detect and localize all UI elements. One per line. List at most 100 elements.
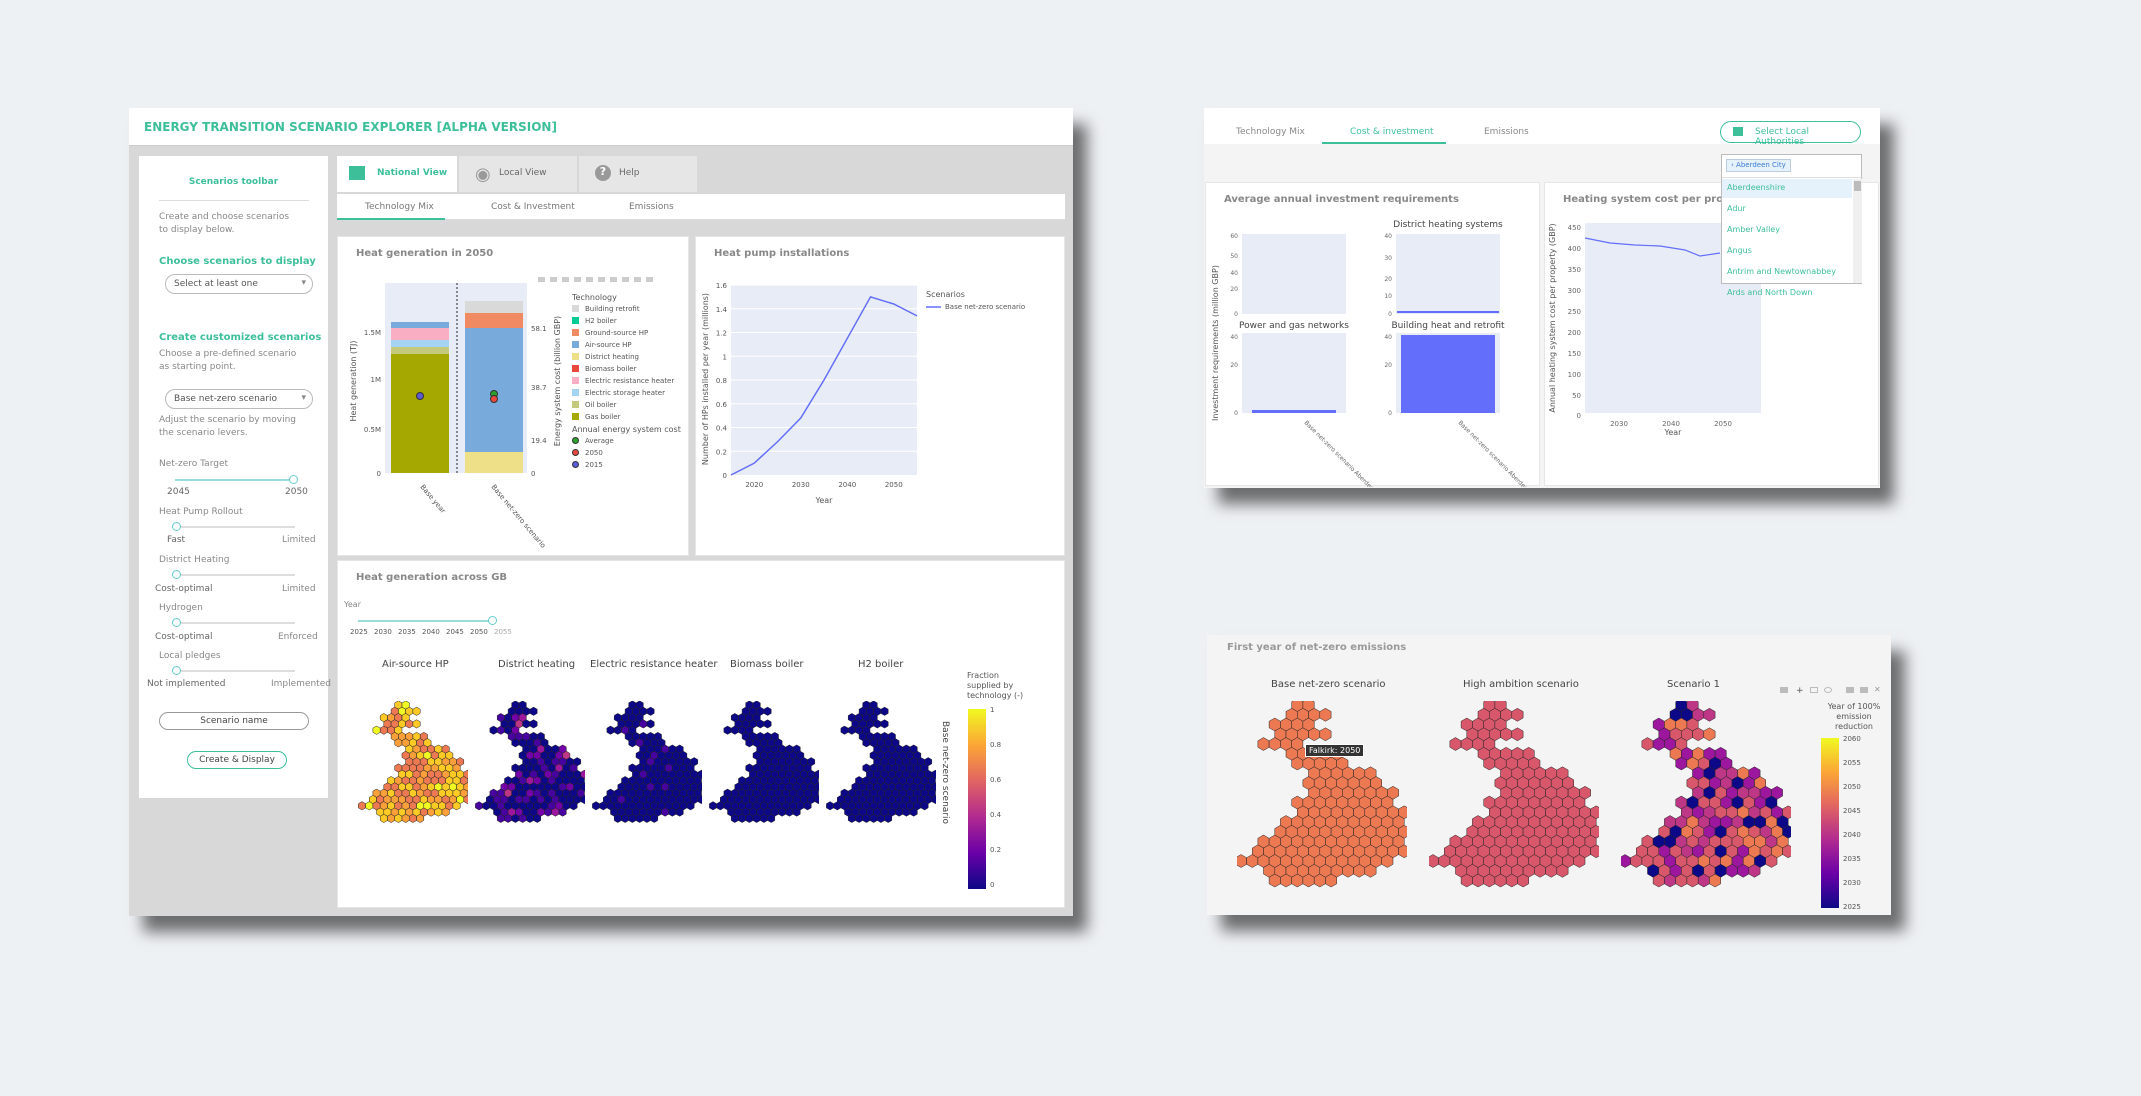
hex-cell[interactable] [569, 801, 578, 811]
hex-cell[interactable] [716, 801, 725, 811]
camera-icon[interactable] [1780, 687, 1788, 693]
lasso-icon[interactable] [1824, 687, 1832, 693]
local-pledges-slider[interactable] [172, 666, 295, 675]
hex-cell[interactable] [880, 719, 889, 729]
hex-cell[interactable] [1449, 737, 1462, 751]
hex-cell[interactable] [730, 813, 739, 823]
legend-item[interactable]: District heating [572, 353, 639, 365]
hex-cell[interactable] [709, 801, 717, 811]
tab-technology-mix[interactable]: Technology Mix [1236, 127, 1305, 137]
legend-item[interactable]: Air-source HP [572, 341, 632, 353]
hex-map-base[interactable] [1237, 701, 1407, 911]
legend-item[interactable]: Electric resistance heater [572, 377, 674, 389]
slider-handle[interactable] [488, 616, 497, 625]
hex-cell[interactable] [482, 801, 491, 811]
hex-cell[interactable] [412, 719, 421, 729]
legend-item[interactable]: Average [572, 437, 614, 449]
hex-cell[interactable] [427, 807, 435, 817]
hex-cell[interactable] [489, 725, 498, 735]
hex-cell[interactable] [745, 813, 754, 823]
hex-cell[interactable] [558, 807, 567, 817]
select-icon[interactable] [1810, 687, 1818, 693]
hex-cell[interactable] [529, 706, 538, 716]
hex-cell[interactable] [756, 719, 765, 729]
hex-cell[interactable] [412, 706, 421, 716]
subtab-technology-mix[interactable]: Technology Mix [365, 202, 434, 212]
hex-cell[interactable] [661, 807, 669, 817]
hydrogen-slider[interactable] [172, 618, 295, 627]
slider-handle[interactable] [289, 475, 298, 484]
hex-cell[interactable] [1319, 727, 1332, 742]
hex-cell[interactable] [358, 801, 366, 811]
hex-map-electric-resistance[interactable] [592, 701, 702, 841]
hex-cell[interactable] [763, 719, 772, 729]
authority-dropdown[interactable]: ‹ Aberdeen City Aberdeenshire Adur Amber… [1721, 154, 1863, 297]
hex-cell[interactable] [767, 813, 776, 823]
option-item[interactable]: Aberdeenshire [1722, 179, 1852, 198]
hex-cell[interactable] [778, 807, 786, 817]
hex-cell[interactable] [1237, 854, 1247, 868]
tab-emissions[interactable]: Emissions [1484, 127, 1529, 137]
hex-cell[interactable] [452, 801, 461, 811]
legend-item[interactable]: H2 boiler [572, 317, 617, 329]
hex-cell[interactable] [599, 801, 608, 811]
hex-cell[interactable] [518, 813, 527, 823]
hex-cell[interactable] [675, 807, 684, 817]
hex-map-high-ambition[interactable] [1429, 701, 1599, 911]
hex-cell[interactable] [635, 813, 644, 823]
selected-chip[interactable]: ‹ Aberdeen City [1726, 159, 1791, 172]
hex-map-biomass[interactable] [709, 701, 819, 841]
hex-cell[interactable] [760, 813, 768, 823]
hex-map-air-source-hp[interactable] [358, 701, 468, 841]
option-item[interactable]: Antrim and Newtownabbey [1727, 267, 1836, 276]
hex-cell[interactable] [529, 719, 538, 729]
heat-pump-slider[interactable] [172, 522, 295, 531]
hex-cell[interactable] [434, 807, 443, 817]
hex-cell[interactable] [628, 738, 637, 748]
hex-cell[interactable] [613, 725, 622, 735]
legend-item[interactable]: Gas boiler [572, 413, 620, 425]
hex-cell[interactable] [372, 725, 381, 735]
hex-cell[interactable] [792, 807, 801, 817]
hex-cell[interactable] [639, 719, 648, 729]
tab-cost-investment[interactable]: Cost & investment [1350, 127, 1434, 137]
hex-cell[interactable] [877, 813, 885, 823]
legend-item[interactable]: Biomass boiler [572, 365, 636, 377]
hex-cell[interactable] [475, 801, 483, 811]
hex-cell[interactable] [1621, 854, 1631, 868]
legend-item[interactable]: Ground-source HP [572, 329, 648, 341]
hex-cell[interactable] [511, 738, 520, 748]
hex-cell[interactable] [902, 807, 911, 817]
select-local-authorities-button[interactable]: Select Local Authorities [1720, 121, 1861, 147]
hex-cell[interactable] [387, 813, 395, 823]
hex-cell[interactable] [544, 807, 552, 817]
hex-cell[interactable] [873, 719, 882, 729]
tab-national-view[interactable]: National View [337, 156, 457, 192]
net-zero-slider[interactable] [175, 475, 298, 484]
hex-cell[interactable] [504, 813, 512, 823]
slider-handle[interactable] [172, 666, 181, 675]
hex-cell[interactable] [643, 813, 651, 823]
hex-cell[interactable] [840, 725, 849, 735]
scenario-name-input[interactable]: Scenario name [159, 712, 309, 730]
hex-map-district-heating[interactable] [475, 701, 585, 841]
option-item[interactable]: Angus [1727, 246, 1752, 255]
hex-cell[interactable] [833, 801, 842, 811]
hex-cell[interactable] [895, 807, 903, 817]
hex-cell[interactable] [745, 738, 754, 748]
hex-cell[interactable] [847, 725, 856, 735]
legend-item[interactable]: 2050 [572, 449, 603, 461]
hex-cell[interactable] [511, 813, 520, 823]
hex-cell[interactable] [869, 813, 878, 823]
hex-cell[interactable] [606, 725, 615, 735]
hex-cell[interactable] [763, 706, 772, 716]
scrollbar-thumb[interactable] [1854, 181, 1861, 191]
hex-cell[interactable] [1319, 708, 1332, 722]
option-item[interactable]: Adur [1727, 204, 1746, 213]
pan-icon[interactable]: + [1796, 687, 1804, 696]
district-heating-slider[interactable] [172, 570, 295, 579]
hex-map-h2-boiler[interactable] [826, 701, 936, 841]
base-scenario-select[interactable]: Base net-zero scenario [165, 389, 313, 409]
hex-cell[interactable] [394, 813, 403, 823]
hex-cell[interactable] [613, 813, 622, 823]
